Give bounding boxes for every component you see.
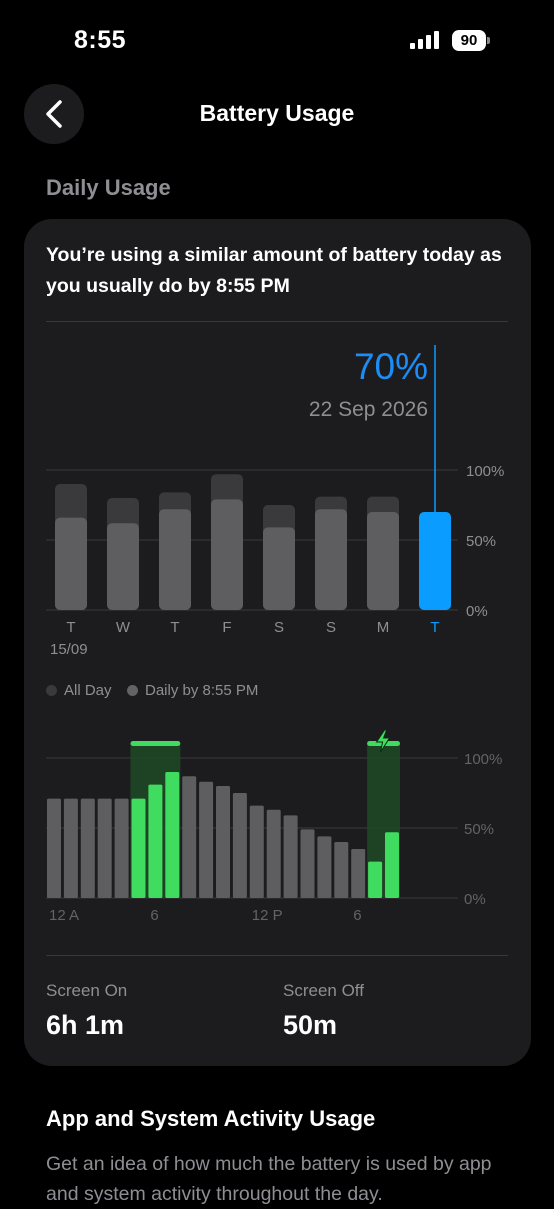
bar-level bbox=[317, 836, 332, 898]
bar-level bbox=[182, 776, 197, 898]
bar-level bbox=[114, 798, 129, 898]
legend-all-day-label: All Day bbox=[64, 682, 112, 699]
bar-selected-day bbox=[419, 512, 451, 610]
y-tick-label: 50% bbox=[464, 821, 494, 838]
bar-level bbox=[334, 842, 349, 898]
legend-daily-by-label: Daily by 8:55 PM bbox=[145, 682, 259, 699]
battery-level-chart[interactable]: 100% 50% 0% 12 A 6 12 P 6 bbox=[0, 725, 554, 930]
bar-level bbox=[63, 798, 78, 898]
divider bbox=[46, 321, 508, 322]
bar-level bbox=[47, 798, 61, 898]
screen-on-stat: Screen On 6h 1m bbox=[46, 981, 127, 1041]
bar-daily bbox=[315, 509, 347, 610]
section-title-daily-usage: Daily Usage bbox=[46, 175, 171, 200]
bar-level bbox=[266, 809, 281, 898]
bar-level bbox=[97, 798, 112, 898]
bar-daily bbox=[367, 512, 399, 610]
bar-daily bbox=[107, 523, 139, 610]
app-activity-title: App and System Activity Usage bbox=[46, 1106, 376, 1131]
legend-daily-by-swatch bbox=[127, 685, 138, 696]
legend-all-day-swatch bbox=[46, 685, 57, 696]
x-tick-label: W bbox=[116, 619, 131, 636]
date-label: 15/09 bbox=[50, 641, 88, 658]
battery-level: 90 bbox=[460, 32, 478, 49]
screen-off-label: Screen Off bbox=[283, 981, 364, 1000]
bar-charging bbox=[165, 772, 180, 898]
daily-usage-chart[interactable]: 100% 50% 0% T W T F S S M T 15/09 bbox=[0, 330, 554, 670]
legend-all-day: All Day bbox=[46, 682, 112, 699]
legend-daily-by: Daily by 8:55 PM bbox=[127, 682, 258, 699]
app-activity-description: Get an idea of how much the battery is u… bbox=[46, 1153, 492, 1205]
bar-level bbox=[80, 798, 95, 898]
status-time: 8:55 bbox=[74, 26, 127, 54]
y-tick-label: 50% bbox=[466, 533, 496, 550]
y-tick-label: 100% bbox=[466, 463, 504, 480]
y-tick-label: 0% bbox=[466, 603, 488, 620]
charging-top-line bbox=[130, 741, 181, 746]
bar-level bbox=[249, 805, 264, 898]
divider bbox=[46, 955, 508, 956]
screen-on-value: 6h 1m bbox=[46, 1010, 125, 1040]
battery-icon: 90 bbox=[452, 30, 486, 51]
x-tick-label: T bbox=[66, 619, 75, 636]
bar-daily bbox=[159, 509, 191, 610]
bar-level bbox=[232, 793, 247, 898]
bar-level bbox=[199, 781, 214, 898]
y-tick-label: 0% bbox=[464, 891, 486, 908]
bar-charging bbox=[368, 861, 383, 898]
bar-level bbox=[300, 829, 315, 898]
screen-on-label: Screen On bbox=[46, 981, 128, 1000]
bar-charging bbox=[148, 784, 163, 898]
usage-summary: You’re using a similar amount of battery… bbox=[46, 244, 502, 297]
x-tick-label: S bbox=[326, 619, 336, 636]
bar-level bbox=[351, 849, 366, 898]
bar-level bbox=[216, 786, 230, 898]
x-tick-label: 12 A bbox=[49, 907, 79, 924]
x-tick-label: F bbox=[222, 619, 231, 636]
screen-off-stat: Screen Off 50m bbox=[283, 981, 364, 1041]
bar-daily bbox=[211, 499, 243, 610]
screen-off-value: 50m bbox=[283, 1010, 338, 1040]
x-tick-label: 12 P bbox=[252, 907, 283, 924]
battery-nub bbox=[487, 37, 490, 44]
x-tick-label: 6 bbox=[150, 907, 158, 924]
bar-daily bbox=[55, 517, 87, 610]
y-tick-label: 100% bbox=[464, 751, 502, 768]
x-tick-label: T bbox=[170, 619, 179, 636]
bar-charging bbox=[131, 798, 146, 898]
page-title: Battery Usage bbox=[199, 100, 355, 126]
x-tick-label: T bbox=[430, 619, 439, 636]
cellular-signal-icon bbox=[410, 31, 440, 49]
x-tick-label: S bbox=[274, 619, 284, 636]
bar-level bbox=[283, 815, 298, 898]
bar-daily bbox=[263, 527, 295, 610]
bar-charging bbox=[385, 832, 399, 898]
x-tick-label: 6 bbox=[353, 907, 361, 924]
x-tick-label: M bbox=[377, 619, 390, 636]
